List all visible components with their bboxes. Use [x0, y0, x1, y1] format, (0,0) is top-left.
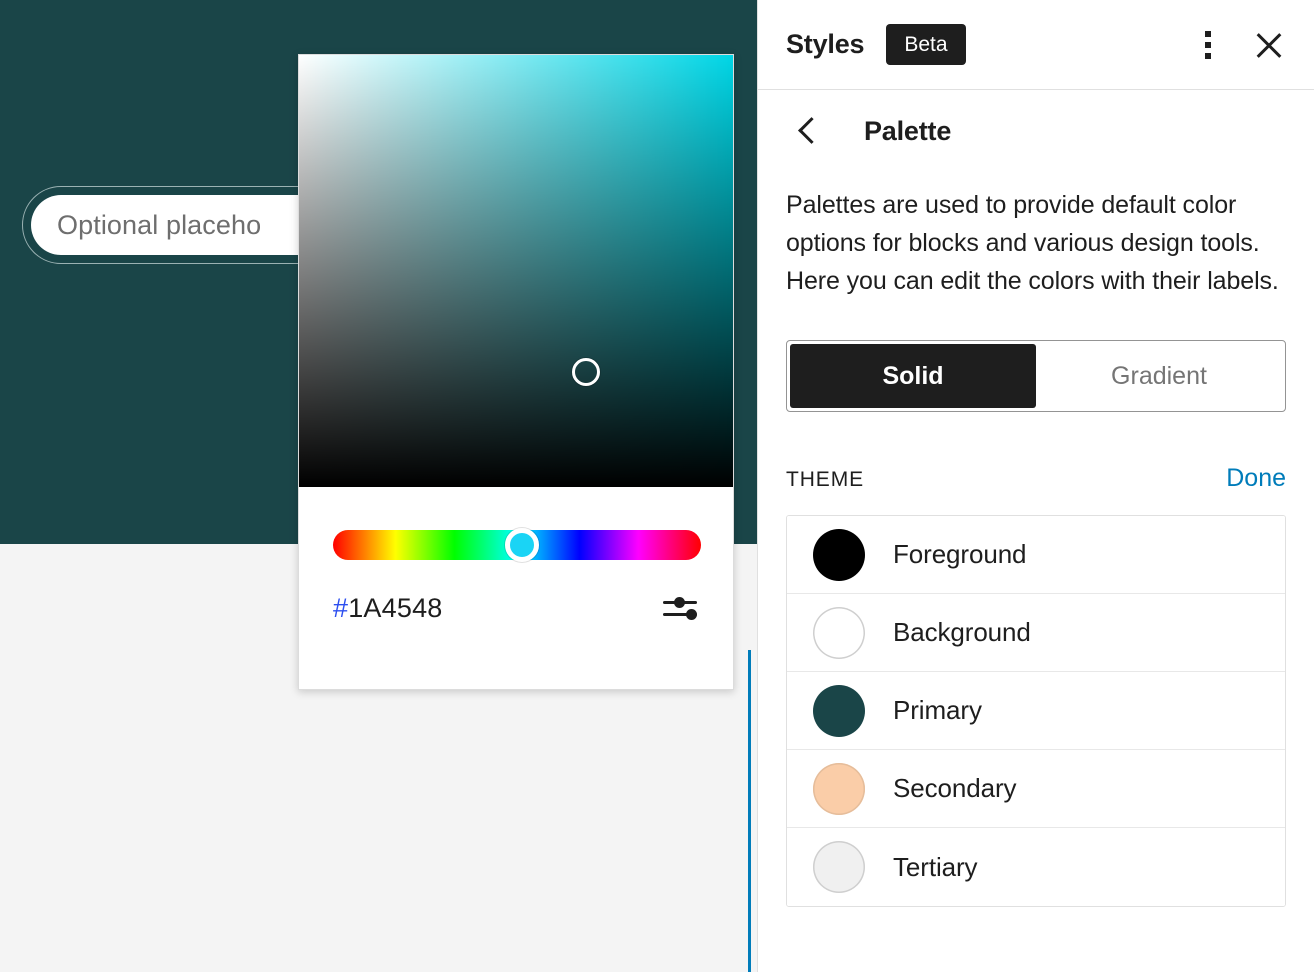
selected-block-content [0, 650, 748, 972]
kebab-dot-3 [1205, 52, 1211, 59]
theme-section-header: THEME Done [786, 464, 1286, 493]
sliders-icon-knob-bottom [686, 609, 697, 620]
color-picker-popover[interactable]: #1A4548 [298, 54, 734, 690]
page-title: Palette [864, 115, 952, 146]
swatch-row-tertiary[interactable]: Tertiary [787, 828, 1285, 906]
tab-gradient[interactable]: Gradient [1036, 344, 1282, 408]
color-swatch-secondary[interactable] [813, 762, 865, 815]
panel-body: Palettes are used to provide default col… [758, 186, 1314, 907]
swatch-row-background[interactable]: Background [787, 594, 1285, 672]
saturation-value-pointer[interactable] [572, 358, 600, 386]
sliders-icon[interactable] [663, 593, 701, 623]
styles-sidebar: Styles Beta Palette Palettes are used to… [757, 0, 1314, 972]
color-picker-controls: #1A4548 [299, 487, 733, 689]
close-icon[interactable] [1252, 28, 1286, 62]
swatch-label-tertiary: Tertiary [893, 851, 978, 882]
panel-title: Styles [786, 29, 865, 59]
selected-block-outline[interactable] [0, 650, 751, 972]
swatch-label-secondary: Secondary [893, 773, 1017, 803]
panel-subnav: Palette [758, 90, 1314, 172]
app-root: Optional placeho #1A4548 Styles Beta Pal… [0, 0, 1314, 972]
color-swatch-tertiary[interactable] [813, 841, 865, 893]
solid-gradient-toggle[interactable]: Solid Gradient [786, 340, 1286, 412]
swatch-row-primary[interactable]: Primary [787, 672, 1285, 750]
kebab-menu-icon[interactable] [1194, 28, 1222, 62]
kebab-dot-1 [1205, 30, 1211, 37]
hex-input[interactable]: #1A4548 [333, 593, 443, 624]
tab-solid[interactable]: Solid [790, 344, 1036, 408]
sliders-icon-knob-top [674, 597, 685, 608]
swatch-label-foreground: Foreground [893, 539, 1027, 569]
chevron-left-icon[interactable] [786, 109, 830, 153]
kebab-dot-2 [1205, 41, 1211, 48]
search-placeholder-text: Optional placeho [57, 209, 262, 240]
done-button[interactable]: Done [1226, 464, 1286, 493]
hex-hash-prefix: # [333, 592, 349, 623]
saturation-value-area[interactable] [299, 55, 733, 487]
color-swatch-background[interactable] [813, 606, 865, 659]
header-actions [1194, 28, 1286, 62]
color-swatch-foreground[interactable] [813, 528, 865, 581]
color-swatch-primary[interactable] [813, 684, 865, 737]
sidebar-header: Styles Beta [758, 0, 1314, 90]
swatch-label-background: Background [893, 617, 1031, 647]
hue-slider-handle[interactable] [505, 528, 539, 562]
swatch-row-secondary[interactable]: Secondary [787, 750, 1285, 828]
swatch-row-foreground[interactable]: Foreground [787, 516, 1285, 594]
beta-badge: Beta [886, 24, 966, 65]
hex-input-value: 1A4548 [348, 592, 443, 623]
palette-description: Palettes are used to provide default col… [786, 191, 1279, 295]
theme-swatch-list: Foreground Background Primary Secondary [786, 515, 1286, 907]
hex-input-row: #1A4548 [333, 585, 701, 631]
swatch-label-primary: Primary [893, 695, 982, 725]
hue-slider[interactable] [333, 528, 701, 562]
theme-section-label: THEME [786, 468, 864, 491]
